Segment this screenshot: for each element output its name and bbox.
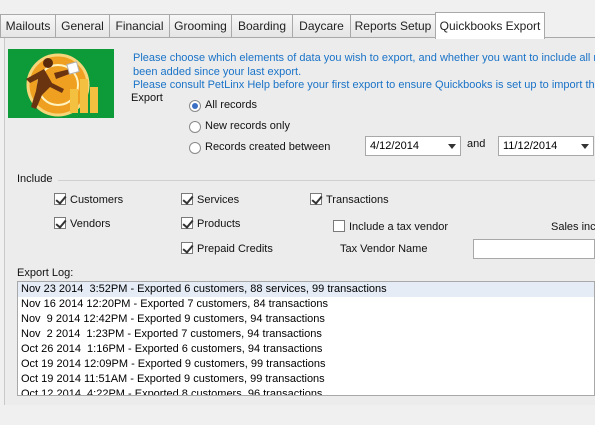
- tab-grooming[interactable]: Grooming: [169, 14, 232, 38]
- tab-quickbooks-export[interactable]: Quickbooks Export: [435, 12, 545, 39]
- checkbox-services-label[interactable]: Services: [197, 194, 239, 206]
- chevron-down-icon: [581, 144, 589, 149]
- export-log-heading: Export Log:: [17, 267, 74, 279]
- tab-daycare[interactable]: Daycare: [292, 14, 351, 38]
- log-row[interactable]: Oct 19 2014 11:51AM - Exported 9 custome…: [18, 372, 594, 387]
- include-divider: [58, 180, 595, 181]
- tab-general[interactable]: General: [55, 14, 110, 38]
- log-row[interactable]: Nov 9 2014 12:42PM - Exported 9 customer…: [18, 312, 594, 327]
- log-row[interactable]: Oct 26 2014 1:16PM - Exported 6 customer…: [18, 342, 594, 357]
- date-to-value: 11/12/2014: [503, 140, 558, 152]
- log-row[interactable]: Oct 12 2014 4:22PM - Exported 8 customer…: [18, 387, 594, 395]
- checkbox-transactions[interactable]: [310, 193, 322, 205]
- include-heading: Include: [17, 173, 53, 185]
- radio-records-between[interactable]: [189, 142, 201, 154]
- tab-mailouts[interactable]: Mailouts: [0, 14, 56, 38]
- quickbooks-export-logo: [8, 49, 114, 118]
- checkbox-vendors[interactable]: [54, 217, 66, 229]
- checkbox-transactions-label[interactable]: Transactions: [326, 194, 389, 206]
- tab-reports-setup[interactable]: Reports Setup: [350, 14, 436, 38]
- tab-strip: Mailouts General Financial Grooming Boar…: [0, 12, 595, 39]
- and-label: and: [467, 138, 486, 150]
- export-log-list[interactable]: Nov 23 2014 3:52PM - Exported 6 customer…: [17, 281, 595, 396]
- tab-boarding[interactable]: Boarding: [231, 14, 293, 38]
- log-row[interactable]: Nov 2 2014 1:23PM - Exported 7 customers…: [18, 327, 594, 342]
- tab-financial[interactable]: Financial: [109, 14, 170, 38]
- checkbox-tax-vendor[interactable]: [333, 220, 345, 232]
- log-row[interactable]: Nov 23 2014 3:52PM - Exported 6 customer…: [18, 282, 594, 297]
- running-man-icon: [26, 53, 98, 117]
- checkbox-prepaid-credits-label[interactable]: Prepaid Credits: [197, 243, 273, 255]
- radio-all-records[interactable]: [189, 100, 201, 112]
- radio-new-records[interactable]: [189, 121, 201, 133]
- log-row[interactable]: Nov 16 2014 12:20PM - Exported 7 custome…: [18, 297, 594, 312]
- export-heading: Export: [131, 92, 163, 104]
- date-from-picker[interactable]: 4/12/2014: [365, 136, 461, 156]
- checkbox-products[interactable]: [181, 217, 193, 229]
- date-from-value: 4/12/2014: [370, 140, 419, 152]
- tax-vendor-name-input[interactable]: [473, 239, 595, 259]
- checkbox-customers[interactable]: [54, 193, 66, 205]
- info-line-3: Please consult PetLinx Help before your …: [133, 79, 595, 91]
- checkbox-vendors-label[interactable]: Vendors: [70, 218, 110, 230]
- radio-new-records-label[interactable]: New records only: [205, 120, 290, 132]
- checkbox-customers-label[interactable]: Customers: [70, 194, 123, 206]
- checkbox-tax-vendor-label[interactable]: Include a tax vendor: [349, 221, 448, 233]
- checkbox-products-label[interactable]: Products: [197, 218, 240, 230]
- tax-vendor-name-label: Tax Vendor Name: [340, 243, 428, 255]
- log-row[interactable]: Oct 19 2014 12:09PM - Exported 9 custome…: [18, 357, 594, 372]
- checkbox-prepaid-credits[interactable]: [181, 242, 193, 254]
- info-line-1: Please choose which elements of data you…: [133, 52, 595, 64]
- checkbox-services[interactable]: [181, 193, 193, 205]
- chevron-down-icon: [448, 144, 456, 149]
- radio-all-records-label[interactable]: All records: [205, 99, 257, 111]
- date-to-picker[interactable]: 11/12/2014: [498, 136, 594, 156]
- radio-records-between-label[interactable]: Records created between: [205, 141, 330, 153]
- sales-income-label: Sales inco: [551, 221, 595, 233]
- info-line-2: been added since your last export.: [133, 66, 302, 78]
